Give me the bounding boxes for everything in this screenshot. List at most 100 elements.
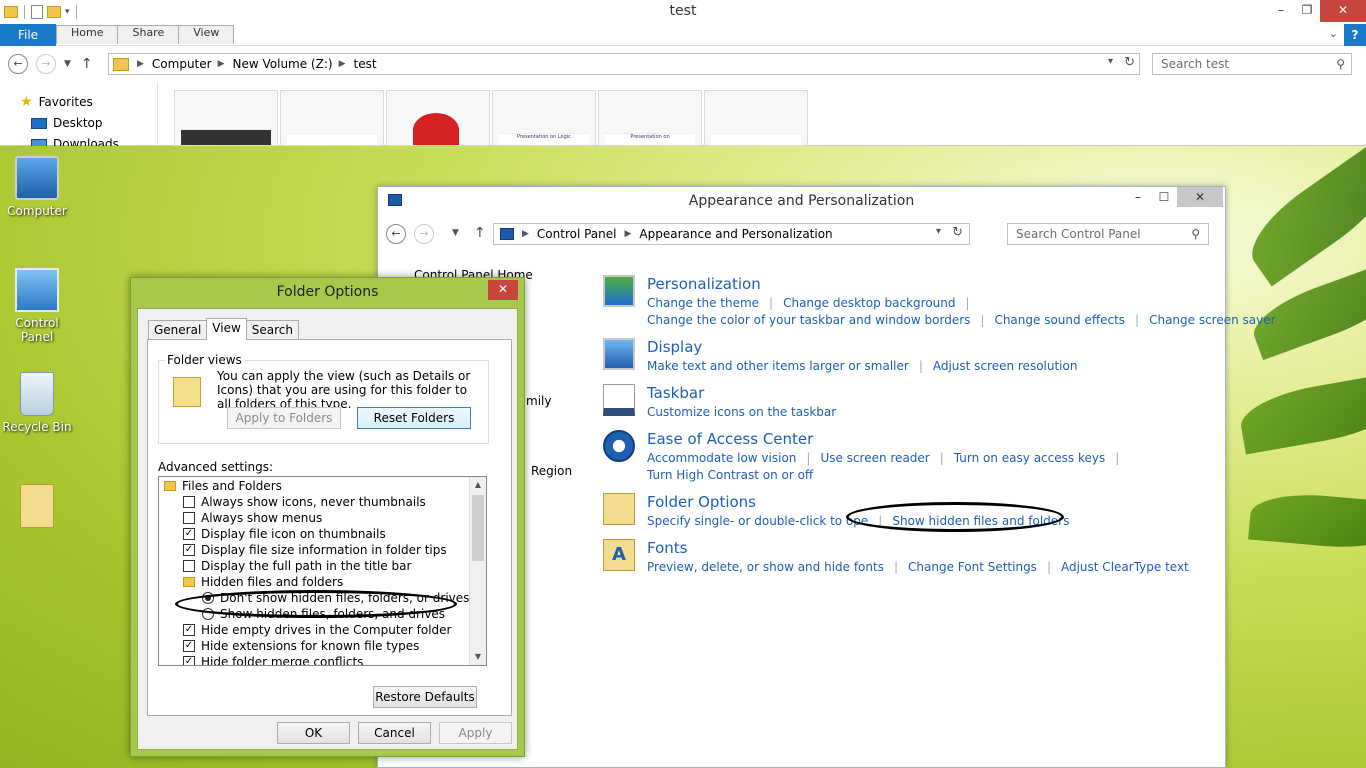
minimize-button[interactable]: – [1125,187,1151,207]
link-screen-resolution[interactable]: Adjust screen resolution [933,358,1078,375]
breadcrumb-test[interactable]: test [353,57,376,71]
checkbox[interactable]: ✓ [183,528,195,540]
left-link-region[interactable]: Region [531,464,572,478]
checkbox[interactable]: ✓ [183,624,195,636]
file-thumbnail[interactable]: Presentation on [598,90,702,146]
file-thumbnail[interactable]: Presentation on Logic [492,90,596,146]
link-show-hidden-files[interactable]: Show hidden files and folders [892,513,1069,530]
desktop-icon-computer[interactable]: Computer [2,156,72,218]
apply-button[interactable]: Apply [439,722,512,744]
tab-share[interactable]: Share [117,25,180,44]
breadcrumb-arrow-icon[interactable]: ▶ [218,59,225,69]
checkbox[interactable]: ✓ [183,544,195,556]
breadcrumb-arrow-icon[interactable]: ▶ [137,59,144,69]
desktop-icon-folder[interactable] [2,484,72,532]
close-button[interactable]: ✕ [1177,187,1223,207]
close-button[interactable]: ✕ [1320,0,1366,22]
minimize-button[interactable]: – [1268,0,1294,22]
ok-button[interactable]: OK [277,722,350,744]
checkbox[interactable] [183,512,195,524]
restore-button[interactable]: ❐ [1294,0,1320,22]
breadcrumb-arrow-icon[interactable]: ▶ [625,229,632,239]
help-icon[interactable]: ? [1344,24,1366,46]
link-desktop-background[interactable]: Change desktop background [783,295,955,312]
back-button[interactable]: ← [386,224,406,244]
settings-option[interactable]: Don't show hidden files, folders, or dri… [202,590,469,606]
settings-option[interactable]: ✓ Display file icon on thumbnails [183,526,386,542]
chevron-down-icon[interactable]: ▾ [936,226,941,237]
link-cleartype[interactable]: Adjust ClearType text [1061,559,1189,576]
category-title[interactable]: Taskbar [647,384,704,402]
file-thumbnail[interactable] [174,90,278,146]
nav-item-downloads[interactable]: Downloads [31,137,119,146]
breadcrumb-control-panel[interactable]: Control Panel [537,227,617,241]
search-input[interactable]: Search Control Panel ⚲ [1007,223,1209,245]
breadcrumb-new-volume[interactable]: New Volume (Z:) [233,57,333,71]
advanced-settings-list[interactable]: ▲ ▼ Files and Folders Always show icons, … [158,476,487,666]
link-single-double-click[interactable]: Specify single- or double-click to ope [647,513,868,530]
refresh-icon[interactable]: ↻ [1124,55,1135,70]
breadcrumb-arrow-icon[interactable]: ▶ [522,229,529,239]
properties-icon[interactable] [31,5,43,19]
checkbox[interactable]: ✓ [183,656,195,665]
restore-defaults-button[interactable]: Restore Defaults [373,686,477,708]
link-screen-saver[interactable]: Change screen saver [1149,312,1276,329]
breadcrumb-appearance[interactable]: Appearance and Personalization [639,227,832,241]
settings-option[interactable]: ✓ Display file size information in folder… [183,542,447,558]
scroll-thumb[interactable] [472,495,484,561]
apply-to-folders-button[interactable]: Apply to Folders [227,407,341,429]
settings-option[interactable]: Always show icons, never thumbnails [183,494,426,510]
link-customize-icons[interactable]: Customize icons on the taskbar [647,404,836,421]
link-font-settings[interactable]: Change Font Settings [908,559,1037,576]
up-button[interactable]: ↑ [474,225,486,241]
new-folder-icon[interactable] [47,6,61,18]
radio-button[interactable] [202,592,214,604]
settings-option[interactable]: ✓ Hide empty drives in the Computer folde… [183,622,451,638]
recent-locations-icon[interactable]: ▼ [452,228,459,238]
desktop-icon-control-panel[interactable]: Control Panel [2,268,72,344]
recent-locations-icon[interactable]: ▼ [64,59,71,69]
tab-search[interactable]: Search [245,320,300,339]
file-thumbnail[interactable] [704,90,808,146]
settings-option[interactable]: ✓ Hide extensions for known file types [183,638,419,654]
link-sound-effects[interactable]: Change sound effects [994,312,1125,329]
forward-button[interactable]: → [36,54,56,74]
back-button[interactable]: ← [8,54,28,74]
settings-option[interactable]: Display the full path in the title bar [183,558,411,574]
reset-folders-button[interactable]: Reset Folders [357,407,471,429]
nav-item-desktop[interactable]: Desktop [31,116,103,130]
up-button[interactable]: ↑ [81,56,93,72]
breadcrumb-arrow-icon[interactable]: ▶ [339,59,346,69]
category-title[interactable]: Fonts [647,539,687,557]
link-change-theme[interactable]: Change the theme [647,295,759,312]
category-title[interactable]: Ease of Access Center [647,430,813,448]
tab-view[interactable]: View [178,25,235,44]
tab-file[interactable]: File [0,23,56,46]
link-preview-fonts[interactable]: Preview, delete, or show and hide fonts [647,559,884,576]
tab-view[interactable]: View [206,318,247,340]
nav-item-favorites[interactable]: ★ Favorites [20,94,93,110]
category-title[interactable]: Personalization [647,275,761,293]
file-thumbnail[interactable] [386,90,490,146]
link-low-vision[interactable]: Accommodate low vision [647,450,796,467]
refresh-icon[interactable]: ↻ [952,225,963,240]
category-title[interactable]: Display [647,338,702,356]
close-button[interactable]: ✕ [488,280,518,300]
checkbox[interactable]: ✓ [183,640,195,652]
link-screen-reader[interactable]: Use screen reader [820,450,929,467]
checkbox[interactable] [183,560,195,572]
address-bar[interactable]: ▶ Computer ▶ New Volume (Z:) ▶ test ▾ ↻ [108,53,1140,75]
settings-option[interactable]: Always show menus [183,510,322,526]
scroll-down-icon[interactable]: ▼ [470,649,486,665]
address-bar[interactable]: ▶ Control Panel ▶ Appearance and Persona… [493,223,970,245]
link-easy-access-keys[interactable]: Turn on easy access keys [954,450,1105,467]
chevron-down-icon[interactable]: ▾ [65,7,70,17]
breadcrumb-computer[interactable]: Computer [152,57,212,71]
chevron-down-icon[interactable]: ▾ [1108,56,1113,67]
desktop-icon-recycle-bin[interactable]: Recycle Bin [2,372,72,434]
settings-option[interactable]: Show hidden files, folders, and drives [202,606,445,622]
file-thumbnail[interactable] [280,90,384,146]
cancel-button[interactable]: Cancel [358,722,431,744]
link-text-size[interactable]: Make text and other items larger or smal… [647,358,909,375]
radio-button[interactable] [202,608,214,620]
